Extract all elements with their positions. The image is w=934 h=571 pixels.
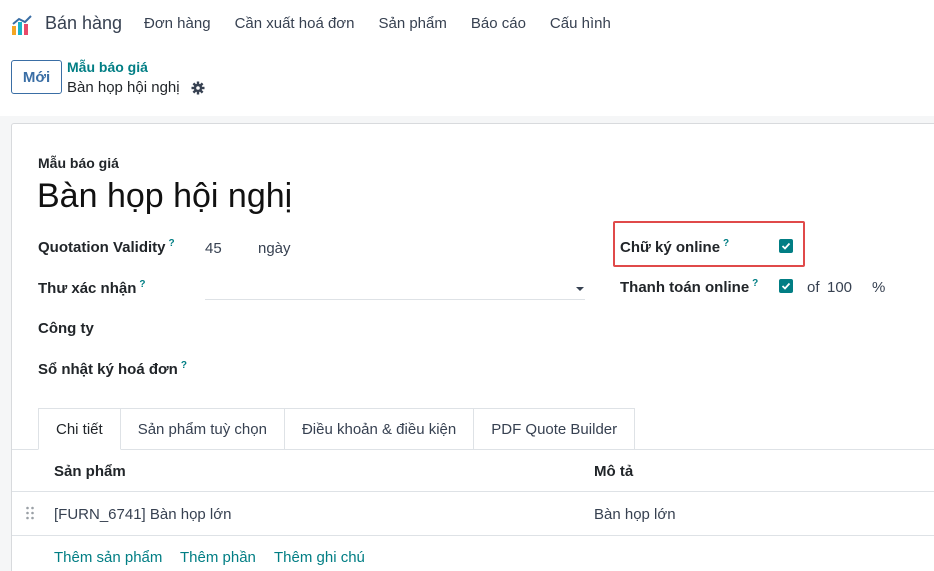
check-icon bbox=[781, 282, 791, 290]
validity-label: Quotation Validity? bbox=[38, 238, 175, 256]
drag-handle-icon[interactable] bbox=[25, 506, 35, 520]
sales-app-icon[interactable] bbox=[11, 14, 33, 36]
breadcrumb-parent[interactable]: Mẫu báo giá bbox=[67, 59, 148, 75]
invoice-journal-label: Sổ nhật ký hoá đơn? bbox=[38, 360, 187, 378]
online-payment-label: Thanh toán online? bbox=[620, 278, 759, 296]
menu-item-configuration[interactable]: Cấu hình bbox=[550, 15, 611, 32]
column-header-description[interactable]: Mô tả bbox=[594, 463, 633, 480]
new-button[interactable]: Mới bbox=[11, 60, 62, 94]
notebook-tabs: Chi tiết Sản phẩm tuỳ chọn Điều khoản & … bbox=[38, 408, 636, 450]
table-row-product[interactable]: [FURN_6741] Bàn họp lớn bbox=[54, 506, 231, 523]
tab-optional-products[interactable]: Sản phẩm tuỳ chọn bbox=[120, 408, 285, 450]
tab-details[interactable]: Chi tiết bbox=[38, 408, 121, 450]
add-section-link[interactable]: Thêm phần bbox=[180, 549, 256, 566]
company-label: Công ty bbox=[38, 320, 94, 337]
tab-terms-conditions[interactable]: Điều khoản & điều kiện bbox=[284, 408, 475, 450]
add-note-link[interactable]: Thêm ghi chú bbox=[274, 549, 365, 566]
help-icon[interactable]: ? bbox=[752, 278, 758, 289]
payment-percent-input[interactable]: 100 bbox=[827, 279, 852, 296]
main-menu: Đơn hàng Cần xuất hoá đơn Sản phẩm Báo c… bbox=[144, 15, 635, 32]
template-name-field[interactable]: Bàn họp hội nghị bbox=[37, 177, 292, 216]
table-row-description[interactable]: Bàn họp lớn bbox=[594, 506, 676, 523]
tab-pdf-quote-builder[interactable]: PDF Quote Builder bbox=[474, 408, 636, 450]
menu-item-to-invoice[interactable]: Cần xuất hoá đơn bbox=[235, 15, 355, 32]
menu-item-reporting[interactable]: Báo cáo bbox=[471, 15, 526, 32]
validity-unit: ngày bbox=[258, 240, 291, 257]
record-type-label: Mẫu báo giá bbox=[38, 155, 119, 171]
help-icon[interactable]: ? bbox=[169, 238, 175, 249]
online-payment-checkbox[interactable] bbox=[779, 279, 793, 293]
table-row-divider bbox=[12, 535, 934, 536]
control-panel: Mới Mẫu báo giá Bàn họp hội nghị bbox=[0, 48, 934, 116]
help-icon[interactable]: ? bbox=[181, 360, 187, 371]
gear-icon[interactable] bbox=[191, 81, 205, 95]
add-product-link[interactable]: Thêm sản phẩm bbox=[54, 549, 162, 566]
breadcrumb-current: Bàn họp hội nghị bbox=[67, 79, 180, 96]
menu-item-products[interactable]: Sản phẩm bbox=[378, 15, 446, 32]
confirmation-mail-underline bbox=[205, 299, 585, 300]
chevron-down-icon[interactable] bbox=[576, 287, 584, 291]
column-header-product[interactable]: Sản phẩm bbox=[54, 463, 126, 480]
confirmation-mail-label: Thư xác nhận? bbox=[38, 279, 146, 297]
highlight-box bbox=[613, 221, 805, 267]
payment-of-label: of bbox=[807, 279, 820, 296]
help-icon[interactable]: ? bbox=[139, 279, 145, 290]
table-header-divider bbox=[12, 491, 934, 492]
validity-input[interactable]: 45 bbox=[205, 240, 222, 257]
payment-percent-unit: % bbox=[872, 279, 886, 296]
top-navbar: Bán hàng Đơn hàng Cần xuất hoá đơn Sản p… bbox=[0, 0, 934, 48]
menu-item-orders[interactable]: Đơn hàng bbox=[144, 15, 211, 32]
app-name[interactable]: Bán hàng bbox=[45, 13, 122, 34]
